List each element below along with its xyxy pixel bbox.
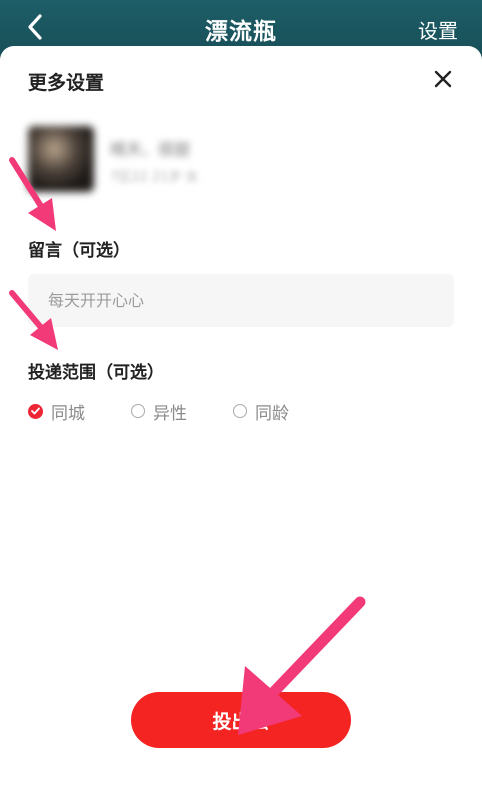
radio-option-opposite-sex[interactable]: 异性 <box>131 399 187 424</box>
user-name: 晴天、很甜 <box>110 140 191 159</box>
submit-button[interactable]: 投出去 <box>131 692 351 748</box>
close-button[interactable] <box>430 66 456 92</box>
message-input[interactable] <box>28 274 454 327</box>
page-title: 漂流瓶 <box>205 19 277 45</box>
radio-label: 同龄 <box>255 403 289 424</box>
radio-label: 同城 <box>51 403 85 424</box>
close-icon <box>434 70 452 88</box>
delivery-range-options: 同城 异性 同龄 <box>28 398 335 424</box>
sheet-title: 更多设置 <box>28 72 105 94</box>
check-icon <box>28 403 43 419</box>
radio-option-same-city[interactable]: 同城 <box>28 399 85 424</box>
radio-unchecked-icon <box>131 404 145 418</box>
radio-unchecked-icon <box>233 404 247 418</box>
radio-label: 异性 <box>153 403 187 424</box>
settings-button[interactable]: 设置 <box>418 15 458 44</box>
bottle-user-info: 晴天、很甜 7区22 21岁·女 <box>28 124 328 196</box>
user-meta: 7区22 21岁·女 <box>110 170 199 185</box>
delivery-range-label: 投递范围（可选） <box>28 363 164 383</box>
more-settings-sheet: 更多设置 晴天、很甜 7区22 21岁·女 留言（可选） 投递范围（可选） 同 <box>0 46 482 795</box>
radio-option-same-age[interactable]: 同龄 <box>233 399 289 424</box>
avatar <box>28 126 94 192</box>
message-label: 留言（可选） <box>28 241 130 261</box>
screen: 漂流瓶 设置 更多设置 晴天、很甜 7区22 21岁·女 留言（可选） 投递范围… <box>0 0 482 795</box>
